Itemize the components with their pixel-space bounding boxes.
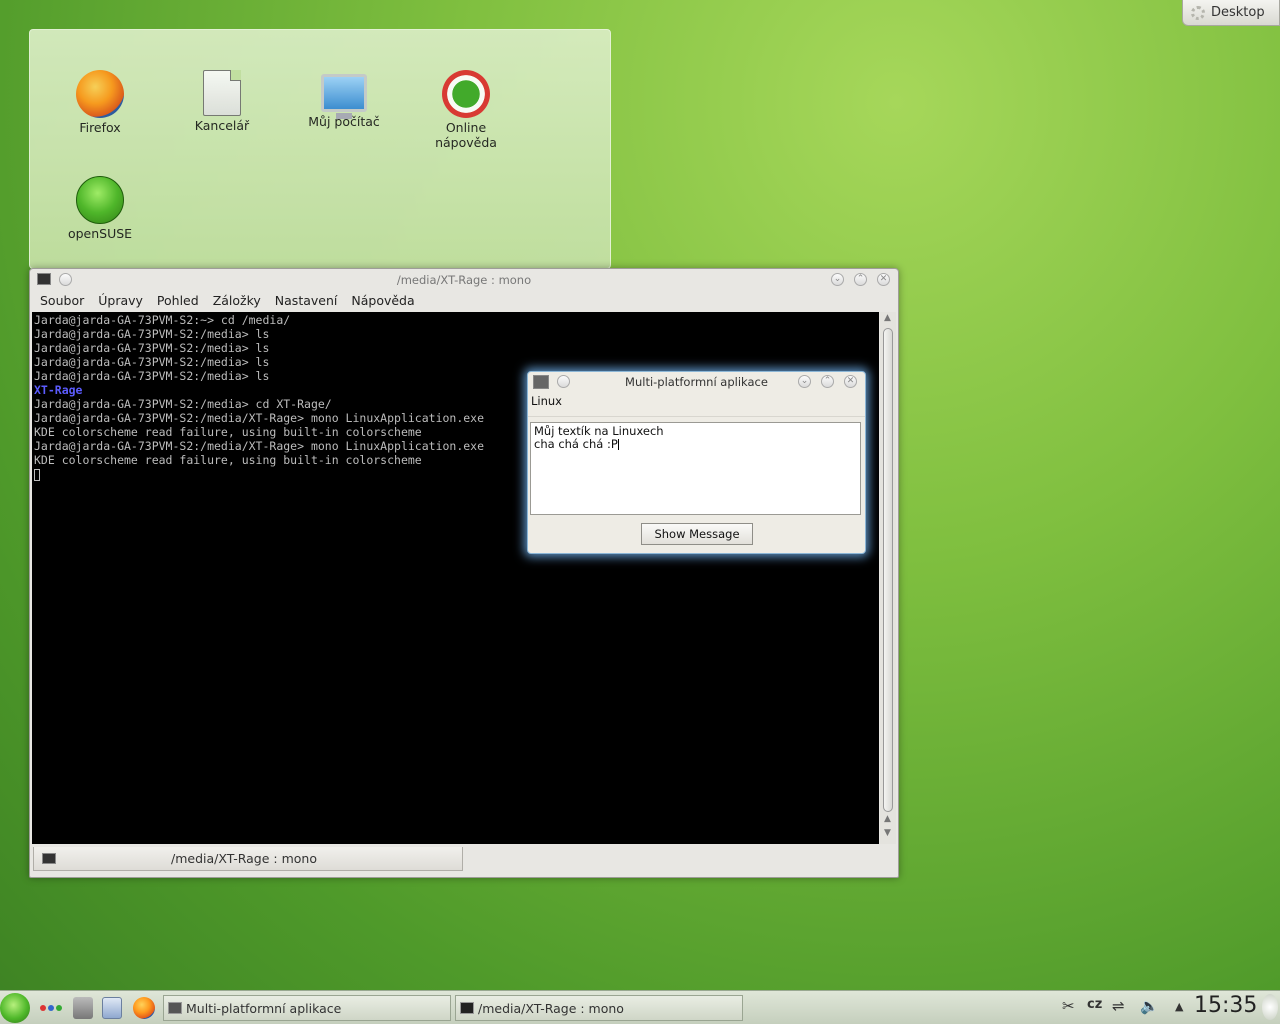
office-document-icon xyxy=(203,70,241,116)
desktop-icon-label: openSUSE xyxy=(67,226,133,241)
terminal-cursor xyxy=(34,468,40,481)
menu-file[interactable]: Soubor xyxy=(34,291,92,311)
scroll-up-icon[interactable]: ▲ xyxy=(884,814,891,824)
maximize-button[interactable]: ⌃ xyxy=(854,273,867,286)
file-manager-icon[interactable] xyxy=(102,997,122,1019)
terminal-scrollbar[interactable]: ▲ ▲ ▼ xyxy=(880,312,896,844)
show-hidden-icons-icon[interactable]: ▲ xyxy=(1175,1000,1183,1013)
desktop-icon-opensuse[interactable]: openSUSE xyxy=(45,176,155,241)
text-area[interactable]: Můj textík na Linuxech cha chá chá :P xyxy=(530,422,861,515)
terminal-tab-label: /media/XT-Rage : mono xyxy=(171,851,317,866)
divider xyxy=(528,416,865,417)
opensuse-icon xyxy=(76,176,124,224)
help-lifebuoy-icon xyxy=(442,70,490,118)
desktop-toolbox-button[interactable]: Desktop xyxy=(1182,0,1280,26)
clock[interactable]: 15:35 xyxy=(1194,993,1257,1018)
firefox-icon xyxy=(76,70,124,118)
taskbar: Multi-platformní aplikace /media/XT-Rage… xyxy=(0,990,1280,1024)
folder-view-widget: Firefox Kancelář Můj počítač Online nápo… xyxy=(29,29,611,269)
terminal-window: /media/XT-Rage : mono ⌄ ⌃ ✕ Soubor Úprav… xyxy=(29,268,899,878)
keyboard-layout-indicator[interactable]: cz xyxy=(1087,997,1102,1012)
desktop-button-label: Desktop xyxy=(1211,5,1265,20)
show-message-button[interactable]: Show Message xyxy=(641,523,753,545)
desktop-icon-label: Online nápověda xyxy=(435,120,497,150)
menu-bookmarks[interactable]: Záložky xyxy=(207,291,269,311)
window-app-icon xyxy=(168,1002,182,1014)
os-label: Linux xyxy=(531,394,562,408)
maximize-button[interactable]: ⌃ xyxy=(821,375,834,388)
minimize-button[interactable]: ⌄ xyxy=(798,375,811,388)
desktop-icon-online-help[interactable]: Online nápověda xyxy=(411,70,521,150)
terminal-line: Jarda@jarda-GA-73PVM-S2:/media> ls xyxy=(34,341,270,355)
terminal-tab-icon xyxy=(42,853,56,864)
multiplatform-app-window: Multi-platformní aplikace ⌄ ⌃ ✕ Linux Mů… xyxy=(527,371,866,554)
dialog-title: Multi-platformní aplikace xyxy=(625,375,768,389)
text-line: cha chá chá :P xyxy=(534,437,618,451)
task-label: /media/XT-Rage : mono xyxy=(478,1000,624,1016)
terminal-tab[interactable]: /media/XT-Rage : mono xyxy=(33,847,463,871)
firefox-icon[interactable] xyxy=(133,997,155,1019)
task-terminal[interactable]: /media/XT-Rage : mono xyxy=(455,995,743,1021)
terminal-line: Jarda@jarda-GA-73PVM-S2:/media> ls xyxy=(34,355,270,369)
desktop-icon-label: Kancelář xyxy=(194,118,250,133)
task-label: Multi-platformní aplikace xyxy=(186,1000,342,1016)
computer-icon xyxy=(321,74,367,119)
close-button[interactable]: ✕ xyxy=(844,375,857,388)
menu-view[interactable]: Pohled xyxy=(151,291,207,311)
desktop-icon-my-computer[interactable]: Můj počítač xyxy=(289,70,399,129)
terminal-titlebar[interactable]: /media/XT-Rage : mono ⌄ ⌃ ✕ xyxy=(30,269,898,291)
menu-help[interactable]: Nápověda xyxy=(345,291,422,311)
window-title: /media/XT-Rage : mono xyxy=(396,273,532,287)
volume-icon[interactable]: 🔈 xyxy=(1140,997,1159,1015)
task-multiplatform-app[interactable]: Multi-platformní aplikace xyxy=(163,995,451,1021)
scissors-icon[interactable]: ✂ xyxy=(1062,997,1075,1015)
terminal-app-icon xyxy=(460,1002,474,1014)
close-button[interactable]: ✕ xyxy=(877,273,890,286)
device-notifier-icon[interactable] xyxy=(73,997,93,1019)
desktop-icon-label: Firefox xyxy=(79,120,121,135)
desktop-icon-firefox[interactable]: Firefox xyxy=(45,70,155,135)
terminal-line: Jarda@jarda-GA-73PVM-S2:~> cd /media/ xyxy=(34,313,291,327)
network-icon[interactable]: ⇌ xyxy=(1112,997,1125,1015)
scroll-up-icon[interactable]: ▲ xyxy=(884,313,891,323)
text-cursor xyxy=(617,439,619,450)
gear-icon xyxy=(1191,5,1205,20)
desktop-icon-office[interactable]: Kancelář xyxy=(167,70,277,133)
menubar: Soubor Úpravy Pohled Záložky Nastavení N… xyxy=(30,291,423,311)
menu-settings[interactable]: Nastavení xyxy=(269,291,346,311)
activities-icon[interactable] xyxy=(40,1005,62,1011)
terminal-tabbar: /media/XT-Rage : mono xyxy=(30,845,898,875)
scroll-down-icon[interactable]: ▼ xyxy=(884,828,891,838)
application-launcher-icon[interactable] xyxy=(0,993,30,1023)
minimize-button[interactable]: ⌄ xyxy=(831,273,844,286)
scrollbar-thumb[interactable] xyxy=(883,328,893,812)
panel-toolbox-icon[interactable] xyxy=(1262,994,1278,1020)
menu-edit[interactable]: Úpravy xyxy=(92,291,151,311)
terminal-line: Jarda@jarda-GA-73PVM-S2:/media> ls xyxy=(34,327,270,341)
